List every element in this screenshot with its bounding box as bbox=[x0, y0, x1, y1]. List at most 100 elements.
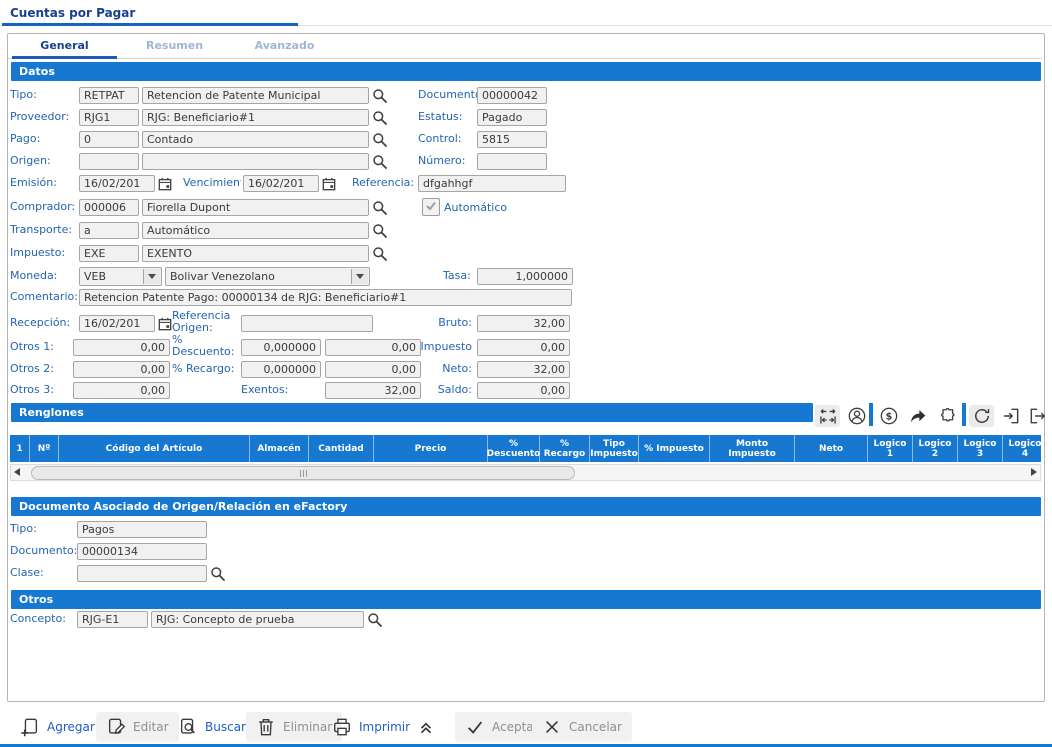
concepto-code-field[interactable]: RJG-E1 bbox=[77, 611, 148, 628]
scroll-thumb[interactable] bbox=[31, 466, 575, 480]
col-rownum[interactable]: 1 bbox=[10, 435, 30, 462]
col-logico-3[interactable]: Logico 3 bbox=[958, 435, 1003, 462]
bruto-field[interactable]: 32,00 bbox=[477, 315, 570, 332]
col-pct-impuesto[interactable]: % Impuesto bbox=[639, 435, 710, 462]
fit-columns-icon[interactable] bbox=[815, 405, 840, 427]
impuesto-tipo-search-icon[interactable] bbox=[372, 246, 388, 262]
scroll-right-arrow-icon[interactable] bbox=[1031, 468, 1037, 476]
col-neto[interactable]: Neto bbox=[795, 435, 868, 462]
emision-calendar-icon[interactable] bbox=[158, 176, 172, 190]
cancelar-button[interactable]: Cancelar bbox=[532, 712, 632, 742]
doc-tipo-field[interactable]: Pagos bbox=[77, 521, 207, 538]
vencimiento-field[interactable]: 16/02/201 bbox=[243, 175, 319, 192]
recepcion-calendar-icon[interactable] bbox=[158, 316, 172, 330]
doc-clase-field[interactable] bbox=[77, 565, 207, 582]
export-icon[interactable] bbox=[1025, 405, 1050, 427]
currency-icon[interactable]: $ bbox=[876, 405, 901, 427]
comprador-code-field[interactable]: 000006 bbox=[79, 199, 139, 216]
tab-avanzado[interactable]: Avanzado bbox=[232, 39, 337, 52]
tab-resumen[interactable]: Resumen bbox=[122, 39, 227, 52]
referencia-field[interactable]: dfgahhgf bbox=[418, 175, 566, 192]
otros3-field[interactable]: 0,00 bbox=[73, 382, 170, 399]
svg-text:$: $ bbox=[885, 412, 892, 423]
recepcion-field[interactable]: 16/02/201 bbox=[79, 315, 155, 332]
otros1-field[interactable]: 0,00 bbox=[73, 339, 170, 356]
agregar-button[interactable]: Agregar bbox=[10, 712, 105, 742]
transporte-code-field[interactable]: a bbox=[79, 222, 139, 239]
pago-search-icon[interactable] bbox=[372, 132, 388, 148]
ref-origen-field[interactable] bbox=[241, 315, 373, 332]
origen-code-field[interactable] bbox=[79, 153, 139, 170]
import-icon[interactable] bbox=[998, 405, 1023, 427]
refresh-icon[interactable] bbox=[969, 405, 994, 427]
saldo-field[interactable]: 0,00 bbox=[477, 382, 570, 399]
doc-documento-field[interactable]: 00000134 bbox=[77, 543, 207, 560]
transporte-desc-field[interactable]: Automático bbox=[142, 222, 369, 239]
origen-search-icon[interactable] bbox=[372, 154, 388, 170]
pago-code-field[interactable]: 0 bbox=[79, 131, 139, 148]
otros2-field[interactable]: 0,00 bbox=[73, 361, 170, 378]
concepto-desc-field[interactable]: RJG: Concepto de prueba bbox=[151, 611, 364, 628]
col-monto-impuesto[interactable]: Monto Impuesto bbox=[710, 435, 795, 462]
window-tab[interactable]: Cuentas por Pagar bbox=[10, 6, 135, 20]
neto-label: Neto: bbox=[378, 363, 472, 375]
chevron-down-icon[interactable] bbox=[143, 269, 160, 284]
moneda-desc-value: Bolivar Venezolano bbox=[170, 270, 275, 283]
emision-field[interactable]: 16/02/201 bbox=[79, 175, 155, 192]
col-cantidad[interactable]: Cantidad bbox=[309, 435, 374, 462]
col-precio[interactable]: Precio bbox=[374, 435, 488, 462]
tasa-field[interactable]: 1,000000 bbox=[477, 268, 573, 285]
proveedor-code-field[interactable]: RJG1 bbox=[79, 109, 139, 126]
neto-field[interactable]: 32,00 bbox=[477, 361, 570, 378]
concepto-search-icon[interactable] bbox=[367, 612, 383, 628]
col-pct-recargo[interactable]: % Recargo bbox=[540, 435, 590, 462]
comprador-desc-field[interactable]: Fiorella Dupont bbox=[142, 199, 369, 216]
doc-clase-search-icon[interactable] bbox=[210, 566, 226, 582]
col-pct-descuento[interactable]: % Descuento bbox=[488, 435, 540, 462]
scroll-left-arrow-icon[interactable] bbox=[14, 468, 20, 476]
comprador-search-icon[interactable] bbox=[372, 200, 388, 216]
buscar-button[interactable]: Buscar bbox=[168, 712, 256, 742]
proveedor-desc-field[interactable]: RJG: Beneficiario#1 bbox=[142, 109, 369, 126]
recargo-pct-field[interactable]: 0,000000 bbox=[241, 361, 321, 378]
col-logico-4[interactable]: Logico 4 bbox=[1003, 435, 1041, 462]
transporte-search-icon[interactable] bbox=[372, 223, 388, 239]
origen-desc-field[interactable] bbox=[142, 153, 369, 170]
impuesto-tipo-code-field[interactable]: EXE bbox=[79, 245, 139, 262]
impuesto-field[interactable]: 0,00 bbox=[477, 339, 570, 356]
moneda-desc-select[interactable]: Bolivar Venezolano bbox=[165, 267, 370, 286]
trash-icon bbox=[256, 717, 276, 737]
estatus-label: Estatus: bbox=[418, 111, 462, 123]
chevron-down-icon[interactable] bbox=[351, 269, 368, 284]
tab-general[interactable]: General bbox=[12, 39, 117, 52]
col-logico-1[interactable]: Logico 1 bbox=[868, 435, 913, 462]
tipo-code-field[interactable]: RETPAT bbox=[79, 87, 139, 104]
tipo-search-icon[interactable] bbox=[372, 88, 388, 104]
col-almacen[interactable]: Almacén bbox=[250, 435, 309, 462]
addon-puzzle-icon[interactable] bbox=[935, 405, 960, 427]
forward-arrow-icon[interactable] bbox=[905, 405, 930, 427]
estatus-field[interactable]: Pagado bbox=[477, 109, 547, 126]
documento-field[interactable]: 00000042 bbox=[477, 87, 547, 104]
editar-button[interactable]: Editar bbox=[96, 712, 179, 742]
comentario-field[interactable]: Retencion Patente Pago: 00000134 de RJG:… bbox=[79, 289, 572, 306]
proveedor-search-icon[interactable] bbox=[372, 110, 388, 126]
automatico-checkbox[interactable] bbox=[422, 198, 440, 216]
col-logico-2[interactable]: Logico 2 bbox=[913, 435, 958, 462]
col-numero[interactable]: Nº bbox=[30, 435, 59, 462]
tipo-desc-field[interactable]: Retencion de Patente Municipal bbox=[142, 87, 369, 104]
user-icon[interactable] bbox=[844, 405, 869, 427]
numero-field[interactable] bbox=[477, 153, 547, 170]
imprimir-button[interactable]: Imprimir bbox=[322, 712, 445, 742]
control-field[interactable]: 5815 bbox=[477, 131, 547, 148]
col-tipo-impuesto[interactable]: Tipo Impuesto bbox=[590, 435, 639, 462]
col-codigo-articulo[interactable]: Código del Artículo bbox=[59, 435, 250, 462]
impuesto-tipo-desc-field[interactable]: EXENTO bbox=[142, 245, 369, 262]
renglones-hscrollbar[interactable] bbox=[10, 464, 1041, 481]
doc-documento-label: Documento: bbox=[10, 545, 77, 557]
descuento-pct-field[interactable]: 0,000000 bbox=[241, 339, 321, 356]
toolbar-separator bbox=[962, 403, 966, 426]
vencimiento-calendar-icon[interactable] bbox=[322, 176, 336, 190]
moneda-code-select[interactable]: VEB bbox=[79, 267, 162, 286]
pago-desc-field[interactable]: Contado bbox=[142, 131, 369, 148]
